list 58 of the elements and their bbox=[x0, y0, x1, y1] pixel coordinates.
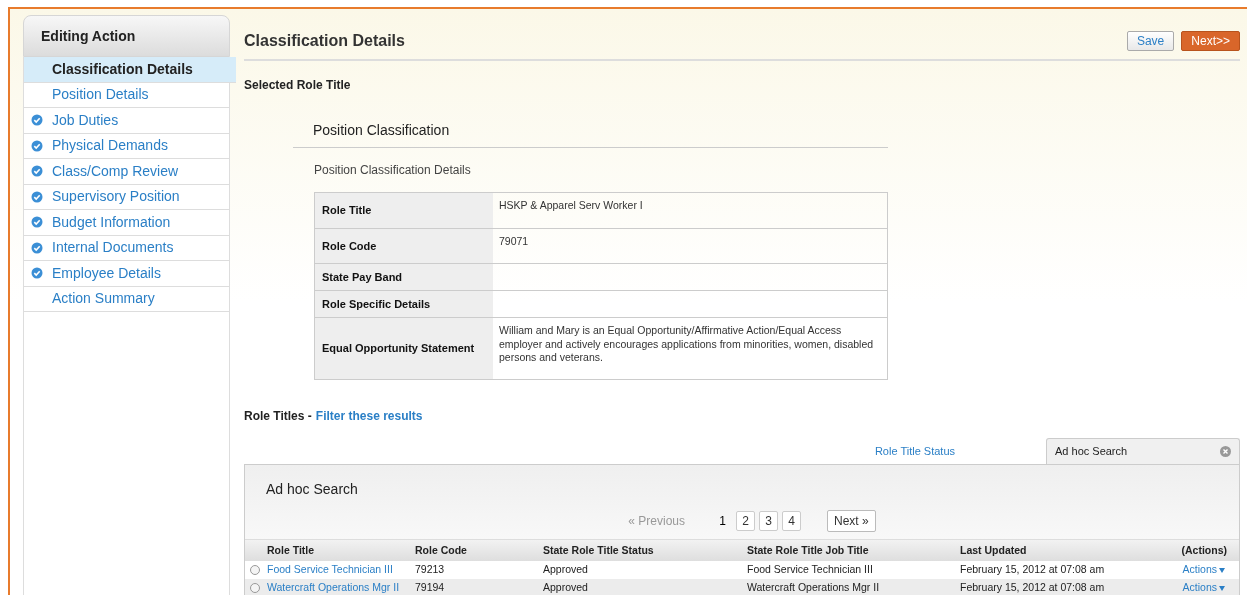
field-label: Role Specific Details bbox=[315, 291, 493, 317]
role-title-link[interactable]: Food Service Technician III bbox=[267, 562, 393, 578]
tab[interactable]: Ad hoc Search bbox=[1046, 438, 1240, 464]
table-cell: Watercraft Operations Mgr II bbox=[747, 580, 880, 595]
sidebar-item[interactable]: Action Summary bbox=[24, 286, 229, 312]
field-value: HSKP & Apparel Serv Worker I bbox=[499, 199, 644, 213]
sidebar-item[interactable]: Classification Details bbox=[24, 57, 236, 83]
table-cell: February 15, 2012 at 07:08 am bbox=[960, 580, 1105, 595]
column-header: Role Title bbox=[267, 543, 315, 556]
radio-button[interactable] bbox=[250, 583, 260, 593]
next-page-button[interactable]: Next » bbox=[827, 510, 876, 532]
sidebar-item[interactable]: Internal Documents bbox=[24, 235, 229, 261]
sidebar-item[interactable]: Supervisory Position bbox=[24, 184, 229, 210]
page-title: Classification Details bbox=[244, 31, 405, 51]
actions-menu[interactable]: Actions bbox=[1182, 580, 1225, 595]
close-icon[interactable] bbox=[1220, 446, 1231, 457]
table-cell: February 15, 2012 at 07:08 am bbox=[960, 562, 1105, 578]
section-heading: Role Titles - bbox=[244, 408, 312, 425]
caret-icon bbox=[1219, 567, 1225, 573]
field-label: Role Title bbox=[315, 193, 493, 228]
filter-link[interactable]: Filter these results bbox=[315, 407, 423, 425]
table-cell: Approved bbox=[543, 562, 588, 578]
next-button[interactable]: Next>> bbox=[1181, 31, 1240, 51]
save-button[interactable]: Save bbox=[1126, 31, 1175, 51]
column-header: (Actions) bbox=[1181, 543, 1227, 556]
field-label: Equal Opportunity Statement bbox=[315, 318, 493, 379]
sidebar-item[interactable]: Job Duties bbox=[24, 108, 229, 134]
field-value: 79071 bbox=[499, 235, 530, 249]
tab[interactable]: Role Title Status bbox=[783, 438, 1046, 464]
sidebar-item[interactable]: Physical Demands bbox=[24, 133, 229, 159]
table-cell: 79194 bbox=[415, 580, 445, 595]
card-title: Position Classification bbox=[293, 120, 888, 148]
sidebar-item[interactable]: Employee Details bbox=[24, 261, 229, 287]
radio-button[interactable] bbox=[250, 565, 260, 575]
column-header: Role Code bbox=[415, 543, 467, 556]
sidebar-item[interactable]: Class/Comp Review bbox=[24, 159, 229, 185]
sidebar-item[interactable]: Position Details bbox=[24, 82, 229, 108]
role-title-link[interactable]: Watercraft Operations Mgr II bbox=[267, 580, 400, 595]
card-subtitle: Position Classification Details bbox=[313, 162, 472, 179]
section-heading: Selected Role Title bbox=[244, 77, 352, 94]
sidebar-item[interactable]: Budget Information bbox=[24, 210, 229, 236]
field-value: William and Mary is an Equal Opportunity/Affirmative Action/Equal Access employer and actively encourages applications from minorities, women, disabled persons and veterans. bbox=[499, 324, 875, 365]
table-cell: Food Service Technician III bbox=[747, 562, 873, 578]
column-header: State Role Title Job Title bbox=[747, 543, 869, 556]
page-button[interactable]: 3 bbox=[759, 511, 778, 531]
panel-title: Ad hoc Search bbox=[265, 480, 359, 499]
column-header: State Role Title Status bbox=[543, 543, 654, 556]
field-label: Role Code bbox=[315, 229, 493, 263]
table-cell: 79213 bbox=[415, 562, 445, 578]
column-header: Last Updated bbox=[960, 543, 1027, 556]
page-button[interactable]: 4 bbox=[782, 511, 801, 531]
field-label: State Pay Band bbox=[315, 264, 493, 290]
page-button[interactable]: 2 bbox=[736, 511, 755, 531]
table-cell: Approved bbox=[543, 580, 588, 595]
sidebar-header: Editing Action bbox=[23, 15, 230, 57]
caret-icon bbox=[1219, 585, 1225, 591]
page-button[interactable]: 1 bbox=[713, 511, 732, 531]
actions-menu[interactable]: Actions bbox=[1182, 562, 1225, 578]
